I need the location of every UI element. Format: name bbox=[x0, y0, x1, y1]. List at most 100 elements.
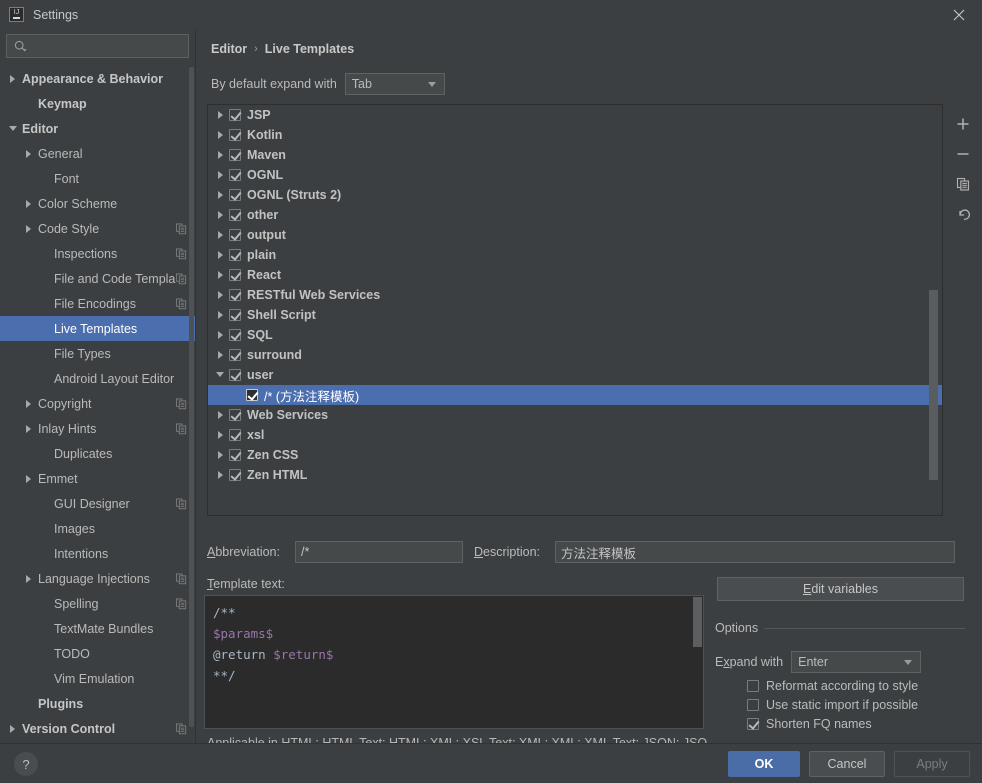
ok-button[interactable]: OK bbox=[728, 751, 800, 777]
sidebar-item-vim-emulation[interactable]: Vim Emulation bbox=[0, 666, 195, 691]
template-enabled-checkbox[interactable] bbox=[229, 269, 241, 281]
chevron-right-icon[interactable] bbox=[24, 573, 35, 584]
sidebar-item-version-control[interactable]: Version Control bbox=[0, 716, 195, 741]
template-group-row[interactable]: other bbox=[208, 205, 942, 225]
template-group-row[interactable]: Kotlin bbox=[208, 125, 942, 145]
sidebar-item-editor[interactable]: Editor bbox=[0, 116, 195, 141]
option-checkbox[interactable] bbox=[747, 680, 759, 692]
chevron-right-icon[interactable] bbox=[213, 287, 229, 303]
sidebar-item-gui-designer[interactable]: GUI Designer bbox=[0, 491, 195, 516]
sidebar-item-code-style[interactable]: Code Style bbox=[0, 216, 195, 241]
copy-settings-icon[interactable] bbox=[176, 273, 187, 284]
sidebar-item-todo[interactable]: TODO bbox=[0, 641, 195, 666]
copy-settings-icon[interactable] bbox=[176, 223, 187, 234]
copy-settings-icon[interactable] bbox=[176, 573, 187, 584]
chevron-right-icon[interactable] bbox=[213, 187, 229, 203]
option-checkbox-row[interactable]: Shorten FQ names bbox=[747, 717, 872, 731]
edit-variables-button[interactable]: Edit variables bbox=[717, 577, 964, 601]
template-group-row[interactable]: Zen HTML bbox=[208, 465, 942, 485]
sidebar-item-images[interactable]: Images bbox=[0, 516, 195, 541]
sidebar-item-intentions[interactable]: Intentions bbox=[0, 541, 195, 566]
sidebar-item-file-encodings[interactable]: File Encodings bbox=[0, 291, 195, 316]
sidebar-item-spelling[interactable]: Spelling bbox=[0, 591, 195, 616]
template-group-row[interactable]: Zen CSS bbox=[208, 445, 942, 465]
copy-settings-icon[interactable] bbox=[176, 598, 187, 609]
chevron-right-icon[interactable] bbox=[213, 247, 229, 263]
revert-template-button[interactable] bbox=[950, 202, 976, 226]
template-enabled-checkbox[interactable] bbox=[229, 309, 241, 321]
sidebar-item-file-and-code-templa[interactable]: File and Code Templa bbox=[0, 266, 195, 291]
copy-settings-icon[interactable] bbox=[176, 398, 187, 409]
template-group-row[interactable]: RESTful Web Services bbox=[208, 285, 942, 305]
chevron-right-icon[interactable] bbox=[24, 473, 35, 484]
template-group-row[interactable]: output bbox=[208, 225, 942, 245]
tree-scrollbar-thumb[interactable] bbox=[929, 290, 938, 480]
search-box[interactable] bbox=[6, 34, 189, 58]
copy-settings-icon[interactable] bbox=[176, 723, 187, 734]
live-templates-tree[interactable]: JSP Kotlin Maven OGNL OGNL (Struts 2) other ou… bbox=[207, 104, 943, 516]
option-checkbox-row[interactable]: Use static import if possible bbox=[747, 698, 918, 712]
template-group-row[interactable]: xsl bbox=[208, 425, 942, 445]
template-group-row[interactable]: Web Services bbox=[208, 405, 942, 425]
sidebar-item-emmet[interactable]: Emmet bbox=[0, 466, 195, 491]
sidebar-item-appearance-behavior[interactable]: Appearance & Behavior bbox=[0, 66, 195, 91]
template-enabled-checkbox[interactable] bbox=[229, 469, 241, 481]
remove-template-button[interactable] bbox=[950, 142, 976, 166]
chevron-down-icon[interactable] bbox=[8, 123, 19, 134]
chevron-down-icon[interactable] bbox=[213, 367, 229, 383]
template-group-row[interactable]: surround bbox=[208, 345, 942, 365]
sidebar-item-file-types[interactable]: File Types bbox=[0, 341, 195, 366]
cancel-button[interactable]: Cancel bbox=[809, 751, 885, 777]
chevron-right-icon[interactable] bbox=[213, 347, 229, 363]
template-editor-scrollbar-thumb[interactable] bbox=[693, 597, 702, 647]
chevron-right-icon[interactable] bbox=[213, 427, 229, 443]
sidebar-item-general[interactable]: General bbox=[0, 141, 195, 166]
abbreviation-input[interactable]: /* bbox=[295, 541, 463, 563]
template-enabled-checkbox[interactable] bbox=[229, 189, 241, 201]
tree-scrollbar[interactable] bbox=[929, 106, 938, 515]
option-checkbox-row[interactable]: Reformat according to style bbox=[747, 679, 918, 693]
sidebar-item-inlay-hints[interactable]: Inlay Hints bbox=[0, 416, 195, 441]
copy-settings-icon[interactable] bbox=[176, 248, 187, 259]
chevron-right-icon[interactable] bbox=[8, 723, 19, 734]
template-enabled-checkbox[interactable] bbox=[246, 389, 258, 401]
chevron-right-icon[interactable] bbox=[213, 227, 229, 243]
template-group-row[interactable]: SQL bbox=[208, 325, 942, 345]
description-input[interactable]: 方法注释模板 bbox=[555, 541, 955, 563]
sidebar-scrollbar-thumb[interactable] bbox=[189, 67, 194, 727]
expand-with-select[interactable]: Enter bbox=[791, 651, 922, 673]
chevron-right-icon[interactable] bbox=[213, 267, 229, 283]
breadcrumb-parent[interactable]: Editor bbox=[211, 42, 247, 56]
template-enabled-checkbox[interactable] bbox=[229, 129, 241, 141]
sidebar-item-color-scheme[interactable]: Color Scheme bbox=[0, 191, 195, 216]
template-enabled-checkbox[interactable] bbox=[229, 429, 241, 441]
chevron-right-icon[interactable] bbox=[24, 198, 35, 209]
chevron-right-icon[interactable] bbox=[24, 398, 35, 409]
template-enabled-checkbox[interactable] bbox=[229, 109, 241, 121]
chevron-right-icon[interactable] bbox=[213, 127, 229, 143]
template-group-row[interactable]: OGNL (Struts 2) bbox=[208, 185, 942, 205]
template-enabled-checkbox[interactable] bbox=[229, 449, 241, 461]
template-group-row[interactable]: Shell Script bbox=[208, 305, 942, 325]
template-enabled-checkbox[interactable] bbox=[229, 289, 241, 301]
template-text-editor[interactable]: /** $params$ @return $return$ **/ bbox=[204, 595, 704, 729]
duplicate-template-button[interactable] bbox=[950, 172, 976, 196]
template-enabled-checkbox[interactable] bbox=[229, 229, 241, 241]
template-group-row[interactable]: OGNL bbox=[208, 165, 942, 185]
chevron-right-icon[interactable] bbox=[8, 73, 19, 84]
template-enabled-checkbox[interactable] bbox=[229, 409, 241, 421]
chevron-right-icon[interactable] bbox=[24, 223, 35, 234]
template-enabled-checkbox[interactable] bbox=[229, 209, 241, 221]
chevron-right-icon[interactable] bbox=[213, 467, 229, 483]
sidebar-item-language-injections[interactable]: Language Injections bbox=[0, 566, 195, 591]
template-text-content[interactable]: /** $params$ @return $return$ **/ bbox=[205, 596, 703, 692]
template-group-row[interactable]: plain bbox=[208, 245, 942, 265]
sidebar-item-live-templates[interactable]: Live Templates bbox=[0, 316, 195, 341]
template-enabled-checkbox[interactable] bbox=[229, 369, 241, 381]
template-group-row[interactable]: Maven bbox=[208, 145, 942, 165]
template-enabled-checkbox[interactable] bbox=[229, 349, 241, 361]
sidebar-item-copyright[interactable]: Copyright bbox=[0, 391, 195, 416]
copy-settings-icon[interactable] bbox=[176, 298, 187, 309]
sidebar-scrollbar[interactable] bbox=[189, 67, 194, 727]
sidebar-item-inspections[interactable]: Inspections bbox=[0, 241, 195, 266]
